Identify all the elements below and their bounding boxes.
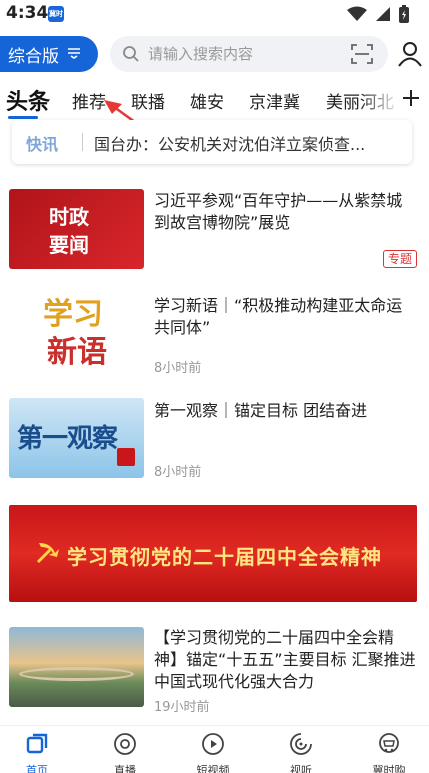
news-thumbnail: 学习 新语 xyxy=(9,292,144,372)
news-time: 8小时前 xyxy=(154,465,202,480)
nav-live[interactable]: 直播 xyxy=(90,732,160,773)
flash-label: 快讯 xyxy=(26,135,59,154)
video-icon xyxy=(202,733,224,755)
tab-xiongan[interactable]: 雄安 xyxy=(190,88,224,113)
tab-fade-overlay xyxy=(360,80,400,120)
news-item[interactable]: 时政 要闻 习近平参观“百年守护——从紫禁城到故宫博物院”展览 专题 xyxy=(0,185,429,275)
thumb-text-line: 第一观察 xyxy=(17,424,118,454)
nav-short-video[interactable]: 短视频 xyxy=(178,732,248,773)
live-icon xyxy=(114,733,136,755)
news-thumbnail: 时政 要闻 xyxy=(9,189,144,269)
news-title: 习近平参观“百年守护——从紫禁城到故宫博物院”展览 xyxy=(154,191,403,232)
news-title: 学习新语｜“积极推动构建亚太命运共同体” xyxy=(154,296,403,337)
signal-icon xyxy=(376,7,390,21)
nav-label: 冀时购 xyxy=(372,764,406,773)
status-time: 4:34 xyxy=(6,3,49,23)
tab-headlines[interactable]: 头条 xyxy=(6,84,50,116)
user-profile-icon[interactable] xyxy=(397,41,423,67)
thumb-text-line: 时政 xyxy=(49,205,89,229)
search-input[interactable] xyxy=(148,45,338,63)
wifi-icon xyxy=(347,6,367,21)
nav-home[interactable]: 首页 xyxy=(2,732,72,773)
tab-active-indicator xyxy=(8,116,38,119)
nav-label: 直播 xyxy=(114,764,136,773)
scan-icon[interactable] xyxy=(350,43,374,65)
audio-icon xyxy=(290,733,312,755)
promo-banner[interactable]: 学习贯彻党的二十届四中全会精神 xyxy=(9,505,417,602)
edition-selector-button[interactable]: 综合版 xyxy=(0,36,98,72)
topic-badge: 专题 xyxy=(382,250,417,268)
news-item[interactable]: 第一观察 第一观察｜锚定目标 团结奋进 8小时前 xyxy=(0,398,429,483)
nav-label: 短视频 xyxy=(196,764,230,773)
nav-label: 首页 xyxy=(26,764,48,773)
banner-text: 学习贯彻党的二十届四中全会精神 xyxy=(67,545,382,569)
edition-label: 综合版 xyxy=(8,46,59,67)
nav-audio-visual[interactable]: 视听 xyxy=(266,732,336,773)
nav-shop[interactable]: 冀时购 xyxy=(354,732,424,773)
news-time: 19小时前 xyxy=(154,700,210,715)
home-icon xyxy=(26,733,48,754)
search-icon xyxy=(123,46,139,62)
overpass-illustration xyxy=(19,667,134,681)
news-thumbnail: 第一观察 xyxy=(9,398,144,478)
news-time: 8小时前 xyxy=(154,361,202,376)
battery-icon xyxy=(399,5,409,23)
news-item[interactable]: 【学习贯彻党的二十届四中全会精神】锚定“十五五”主要目标 汇聚推进中国式现代化强… xyxy=(0,625,429,715)
thumb-text-line: 学习 xyxy=(43,297,103,332)
flash-text: 国台办：公安机关对沈伯洋立案侦查... xyxy=(94,135,366,154)
news-title: 第一观察｜锚定目标 团结奋进 xyxy=(154,401,368,420)
search-bar[interactable] xyxy=(110,36,388,72)
bottom-navigation: 首页 直播 短视频 视听 冀时购 xyxy=(0,725,429,773)
news-thumbnail xyxy=(9,627,144,707)
news-title: 【学习贯彻党的二十届四中全会精神】锚定“十五五”主要目标 汇聚推进中国式现代化强… xyxy=(154,628,416,691)
status-icons xyxy=(347,5,409,23)
channel-tabs: 头条 推荐 联播 雄安 京津冀 美丽河北 xyxy=(0,80,429,122)
app-notification-icon: 冀时 xyxy=(48,6,64,22)
tab-broadcast[interactable]: 联播 xyxy=(131,88,165,113)
thumb-text-line: 要闻 xyxy=(49,233,89,257)
tab-jingjinji[interactable]: 京津冀 xyxy=(249,88,300,113)
shop-icon xyxy=(379,733,399,753)
chevron-down-icon xyxy=(67,44,81,64)
status-bar: 4:34 冀时 xyxy=(0,0,429,28)
flash-divider xyxy=(82,133,83,151)
news-item[interactable]: 学习 新语 学习新语｜“积极推动构建亚太命运共同体” 8小时前 xyxy=(0,290,429,380)
seal-icon xyxy=(117,448,135,466)
add-channel-icon[interactable] xyxy=(401,86,421,114)
nav-label: 视听 xyxy=(290,764,312,773)
top-bar: 综合版 xyxy=(0,36,429,74)
thumb-text-line: 新语 xyxy=(47,335,107,370)
party-emblem-icon xyxy=(37,543,59,563)
tab-recommend[interactable]: 推荐 xyxy=(72,88,106,113)
flash-news-box[interactable]: 快讯 国台办：公安机关对沈伯洋立案侦查... xyxy=(12,120,412,164)
